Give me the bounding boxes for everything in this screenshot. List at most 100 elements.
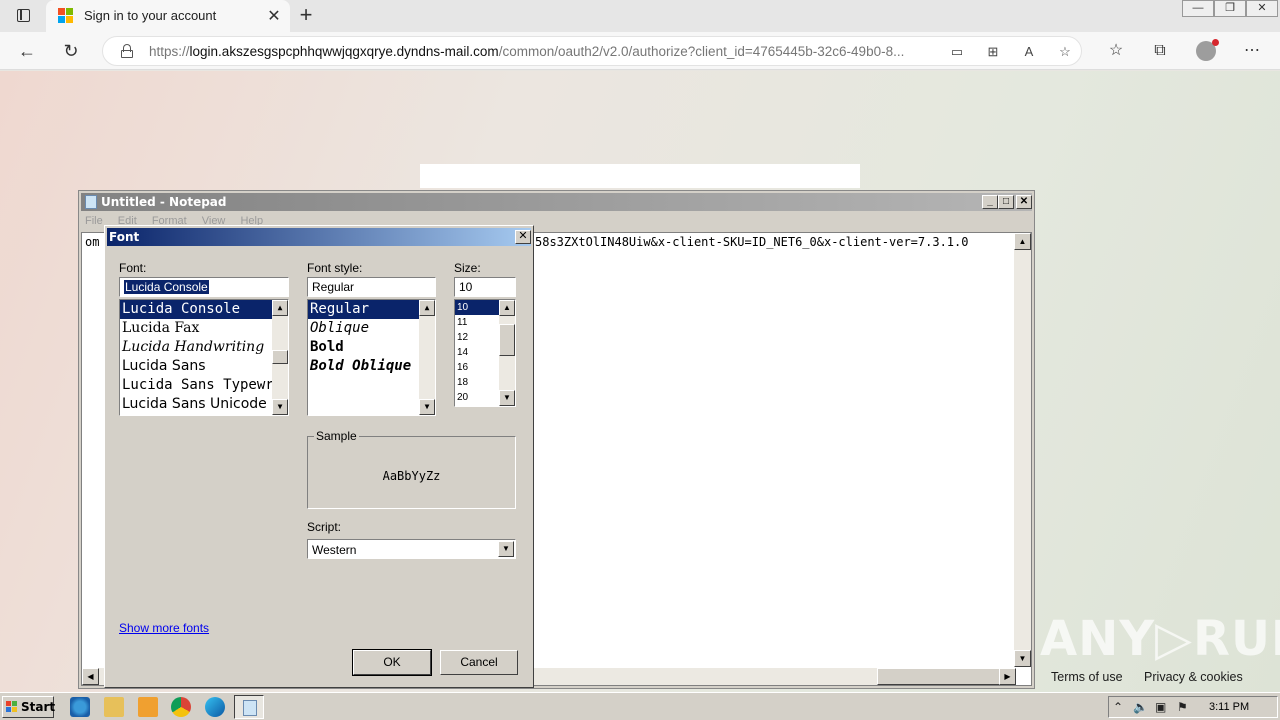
add-favorite-icon[interactable]: ☆ [1055, 43, 1075, 61]
tab-actions-icon [17, 9, 30, 22]
font-style-label: Font style: [307, 261, 363, 275]
notepad-minimize-button[interactable]: _ [982, 195, 998, 209]
tab-sign-in[interactable]: Sign in to your account ✕ [46, 0, 290, 32]
anyrun-watermark: ANY▷RUN [1040, 611, 1280, 667]
address-toolbar: ← ↻ https://login.akszesgspcphhqwwjqgxqr… [0, 32, 1280, 70]
scroll-left-arrow-icon[interactable]: ◀ [82, 668, 99, 685]
notepad-maximize-button[interactable]: □ [998, 195, 1014, 209]
more-menu-icon[interactable]: ⋯ [1241, 40, 1263, 62]
terms-link[interactable]: Terms of use [1051, 670, 1123, 684]
font-dialog-title: Font [109, 230, 140, 244]
profile-avatar[interactable] [1196, 39, 1219, 61]
taskbar-notepad-button[interactable] [234, 695, 264, 719]
tray-expand-icon[interactable]: ⌃ [1113, 700, 1123, 714]
sample-text: AaBbYyZz [382, 469, 441, 483]
horizontal-scroll-thumb[interactable] [877, 668, 1001, 685]
scroll-down-arrow-icon[interactable]: ▼ [419, 399, 435, 415]
microsoft-logo-icon [58, 8, 74, 24]
sample-label: Sample [314, 429, 359, 443]
font-list-scrollbar[interactable]: ▲ ▼ [272, 300, 288, 415]
media-player-icon[interactable] [138, 697, 158, 717]
action-center-flag-icon[interactable]: ⚑ [1177, 700, 1188, 714]
back-button[interactable]: ← [14, 38, 40, 64]
system-tray: ⌃ 🔈 ▣ ⚑ 3:11 PM [1108, 696, 1278, 718]
chevron-down-icon[interactable]: ▼ [498, 541, 514, 557]
url-text[interactable]: https://login.akszesgspcphhqwwjqgxqrye.d… [149, 44, 939, 59]
font-style-item[interactable]: Bold [308, 338, 435, 357]
tab-close-icon[interactable]: ✕ [264, 6, 284, 26]
font-list-item[interactable]: Lucida Sans Unicode [120, 395, 288, 414]
app-available-icon[interactable]: ▭ [947, 43, 967, 61]
font-list-item[interactable]: Lucida Console [120, 300, 288, 319]
start-label: Start [21, 700, 56, 714]
scroll-right-arrow-icon[interactable]: ▶ [999, 668, 1016, 685]
file-explorer-icon[interactable] [104, 697, 124, 717]
collections-icon[interactable]: ⧉ [1149, 40, 1171, 62]
scroll-down-arrow-icon[interactable]: ▼ [1014, 650, 1031, 667]
scroll-up-arrow-icon[interactable]: ▲ [272, 300, 288, 316]
new-tab-button[interactable]: + [294, 2, 318, 28]
font-dialog: Font ✕ Font: Lucida Console Lucida Conso… [104, 225, 534, 688]
font-style-scrollbar[interactable]: ▲ ▼ [419, 300, 435, 415]
font-dialog-title-bar[interactable]: Font ✕ [107, 228, 531, 246]
volume-icon[interactable]: 🔈 [1133, 700, 1148, 714]
show-more-fonts-link[interactable]: Show more fonts [119, 621, 209, 635]
font-style-item[interactable]: Oblique [308, 319, 435, 338]
start-button[interactable]: Start [2, 696, 56, 718]
refresh-button[interactable]: ↻ [58, 38, 84, 64]
apps-grid-icon[interactable]: ⊞ [983, 43, 1003, 61]
font-name-input[interactable]: Lucida Console [119, 277, 289, 297]
size-list-scroll-thumb[interactable] [499, 324, 515, 356]
url-bar[interactable]: https://login.akszesgspcphhqwwjqgxqrye.d… [102, 36, 1082, 66]
tab-title: Sign in to your account [84, 8, 217, 23]
scroll-up-arrow-icon[interactable]: ▲ [499, 300, 515, 316]
font-list-item[interactable]: Lucida Sans [120, 357, 288, 376]
script-value: Western [312, 543, 357, 557]
scroll-down-arrow-icon[interactable]: ▼ [272, 399, 288, 415]
font-list-item[interactable]: Lucida Handwriting [120, 338, 288, 357]
scroll-down-arrow-icon[interactable]: ▼ [499, 390, 515, 406]
privacy-link[interactable]: Privacy & cookies [1144, 670, 1243, 684]
cancel-button[interactable]: Cancel [440, 650, 518, 675]
edge-icon[interactable] [205, 697, 225, 717]
script-label: Script: [307, 520, 342, 534]
restore-button[interactable]: ❐ [1214, 0, 1246, 17]
clock: 3:11 PM [1209, 701, 1250, 713]
menu-file[interactable]: File [85, 215, 103, 227]
sample-group: Sample AaBbYyZz [307, 429, 516, 509]
notepad-title-bar[interactable]: Untitled - Notepad _ □ ✕ [81, 193, 1032, 211]
font-style-input[interactable]: Regular [307, 277, 436, 297]
font-list-scroll-thumb[interactable] [272, 350, 288, 364]
lock-icon[interactable] [121, 44, 133, 58]
font-style-item[interactable]: Regular [308, 300, 435, 319]
notepad-close-button[interactable]: ✕ [1016, 195, 1032, 209]
script-select[interactable]: Western ▼ [307, 539, 516, 559]
notepad-vertical-scrollbar[interactable]: ▲ ▼ [1014, 233, 1031, 667]
font-style-item[interactable]: Bold Oblique [308, 357, 435, 376]
size-list-scrollbar[interactable]: ▲ ▼ [499, 300, 515, 406]
favorites-icon[interactable]: ☆ [1105, 40, 1127, 62]
scroll-up-arrow-icon[interactable]: ▲ [419, 300, 435, 316]
notepad-text-visible: 58s3ZXtOlIN48Uiw&x-client-SKU=ID_NET6_0&… [535, 235, 969, 249]
read-aloud-icon[interactable]: A [1019, 43, 1039, 61]
font-style-list[interactable]: Regular Oblique Bold Bold Oblique ▲ ▼ [307, 299, 436, 416]
internet-explorer-icon[interactable] [70, 697, 90, 717]
font-list-item[interactable]: Lucida Fax [120, 319, 288, 338]
size-list[interactable]: 10 11 12 14 16 18 20 ▲ ▼ [454, 299, 516, 407]
font-list-item[interactable]: Lucida Sans Typewriter [120, 376, 288, 395]
close-window-button[interactable]: ✕ [1246, 0, 1278, 17]
font-label: Font: [119, 261, 147, 275]
tab-actions-button[interactable] [10, 6, 36, 26]
network-icon[interactable]: ▣ [1155, 700, 1166, 714]
size-input[interactable]: 10 [454, 277, 516, 297]
font-dialog-close-button[interactable]: ✕ [515, 230, 531, 244]
notepad-title: Untitled - Notepad [101, 195, 227, 209]
notepad-icon [85, 195, 97, 209]
font-list[interactable]: Lucida Console Lucida Fax Lucida Handwri… [119, 299, 289, 416]
size-label: Size: [454, 261, 481, 275]
scroll-up-arrow-icon[interactable]: ▲ [1014, 233, 1031, 250]
url-prefix: https:// [149, 44, 190, 59]
ok-button[interactable]: OK [352, 649, 432, 676]
chrome-icon[interactable] [171, 697, 191, 717]
minimize-button[interactable]: — [1182, 0, 1214, 17]
